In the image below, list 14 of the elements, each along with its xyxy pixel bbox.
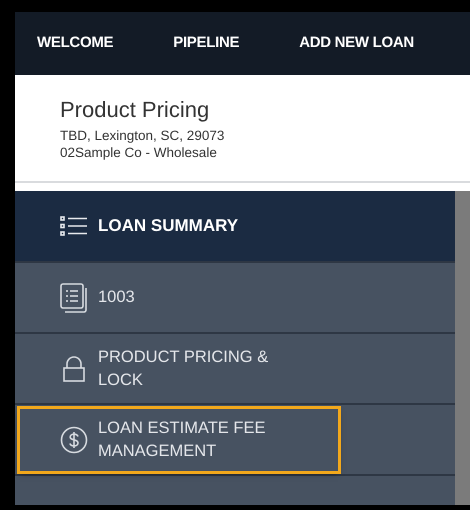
nav-link[interactable]: ADD NEW LOAN bbox=[299, 32, 414, 55]
property-address: TBD, Lexington, SC, 29073 bbox=[60, 127, 226, 144]
document-icon bbox=[60, 282, 88, 312]
sidebar-item[interactable]: PRODUCT PRICING & LOCK bbox=[60, 346, 298, 392]
dollar-icon bbox=[60, 426, 88, 454]
sidebar-heading[interactable]: LOAN SUMMARY bbox=[15, 191, 455, 261]
nav-link[interactable]: PIPELINE bbox=[173, 32, 240, 55]
lock-icon bbox=[60, 354, 88, 382]
page-title: Product Pricing bbox=[60, 97, 210, 124]
sidebar-item[interactable]: 1003 bbox=[60, 282, 298, 312]
highlighted-sidebar-item[interactable]: LOAN ESTIMATE FEE MANAGEMENT bbox=[20, 408, 338, 470]
company-name: 02Sample Co - Wholesale bbox=[60, 144, 218, 162]
list-icon bbox=[60, 216, 88, 236]
nav-link[interactable]: WELCOME bbox=[37, 32, 114, 55]
